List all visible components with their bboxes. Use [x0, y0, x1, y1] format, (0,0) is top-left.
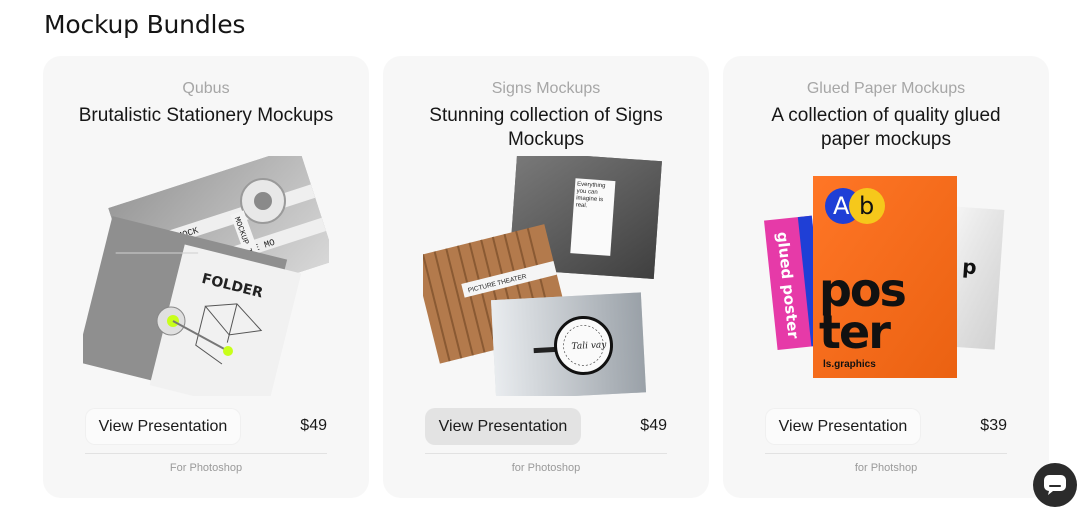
bundle-card-glued-paper[interactable]: Glued Paper Mockups A collection of qual…: [723, 56, 1049, 498]
card-brand: Qubus: [182, 80, 230, 97]
bundle-card-qubus[interactable]: Qubus Brutalistic Stationery Mockups TAP…: [43, 56, 369, 498]
note-text: Everything you can imagine is real.: [575, 181, 606, 210]
card-divider: [85, 453, 327, 454]
back-poster-text: p: [962, 254, 978, 279]
card-price: $39: [980, 417, 1007, 434]
card-footnote: for Photshop: [854, 462, 918, 474]
bundle-card-signs[interactable]: Signs Mockups Stunning collection of Sig…: [383, 56, 709, 498]
card-title: A collection of quality glued paper mock…: [771, 105, 1001, 150]
card-divider: [765, 453, 1007, 454]
poster-badge-a: A: [833, 192, 850, 220]
poster-brand-tag: ls.graphics: [823, 359, 876, 370]
card-title: Brutalistic Stationery Mockups: [78, 105, 334, 126]
glued-poster-mockup-image[interactable]: p glued poster A b pos ter ls.graphics: [763, 156, 1009, 396]
view-presentation-button[interactable]: View Presentation: [85, 408, 241, 445]
card-footnote: For Photoshop: [169, 462, 243, 474]
view-presentation-button[interactable]: View Presentation: [425, 408, 581, 445]
round-sign-text: Tali vay: [571, 340, 607, 352]
chat-button[interactable]: [1033, 463, 1077, 507]
chat-bubble-icon: [1044, 475, 1066, 495]
view-presentation-button[interactable]: View Presentation: [765, 408, 921, 445]
card-brand: Signs Mockups: [491, 80, 601, 97]
card-price: $49: [300, 417, 327, 434]
card-footnote: for Photoshop: [511, 462, 581, 474]
card-title: Stunning collection of Signs Mockups: [429, 105, 663, 150]
signs-mockup-image[interactable]: Everything you can imagine is real. PICT…: [423, 156, 669, 396]
card-price: $49: [640, 417, 667, 434]
card-brand: Glued Paper Mockups: [806, 80, 966, 97]
card-divider: [425, 453, 667, 454]
poster-badge-b: b: [859, 192, 874, 220]
poster-word-line2: ter: [819, 305, 891, 359]
section-title: Mockup Bundles: [44, 10, 246, 39]
stationery-mockup-image[interactable]: TAPE MOCK TAPE MO MOCKUP TAPE MO FOLDER: [83, 156, 329, 396]
